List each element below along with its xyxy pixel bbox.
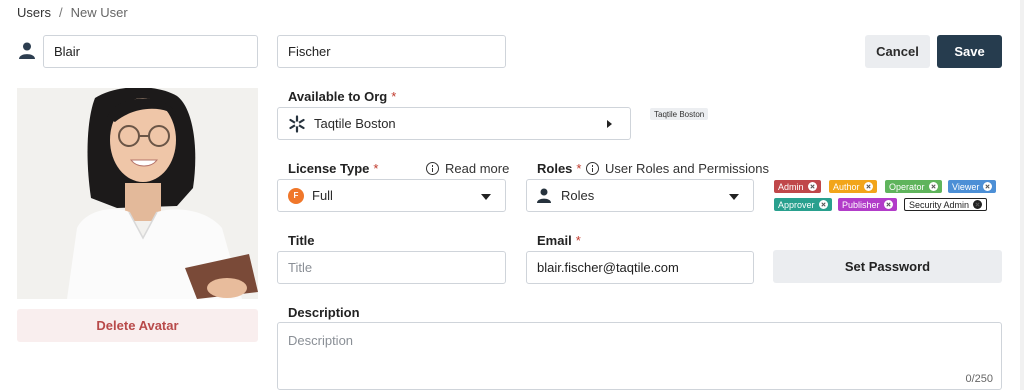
remove-icon[interactable] xyxy=(863,182,873,191)
remove-icon[interactable] xyxy=(983,182,993,191)
license-type-value: Full xyxy=(312,188,333,203)
roles-label: Roles * xyxy=(537,161,582,176)
breadcrumb: Users / New User xyxy=(17,5,128,20)
license-type-select[interactable]: F Full xyxy=(277,179,506,212)
info-icon xyxy=(586,162,599,175)
roles-permissions-link[interactable]: User Roles and Permissions xyxy=(586,161,769,176)
info-icon xyxy=(426,162,439,175)
first-name-input[interactable]: Blair xyxy=(43,35,258,68)
breadcrumb-current: New User xyxy=(70,5,128,20)
remove-icon[interactable] xyxy=(928,182,938,191)
save-button[interactable]: Save xyxy=(937,35,1002,68)
scrollbar-edge[interactable] xyxy=(1020,0,1024,390)
set-password-button[interactable]: Set Password xyxy=(773,250,1002,283)
email-label: Email * xyxy=(537,233,581,248)
role-tag-admin[interactable]: Admin xyxy=(774,180,821,193)
org-label: Available to Org * xyxy=(288,89,397,104)
chevron-down-icon xyxy=(481,194,491,200)
org-select[interactable]: Taqtile Boston xyxy=(277,107,631,140)
remove-icon[interactable] xyxy=(973,200,983,209)
org-select-value: Taqtile Boston xyxy=(314,116,396,131)
role-tag-approver[interactable]: Approver xyxy=(774,198,832,211)
description-placeholder: Description xyxy=(288,333,354,348)
remove-icon[interactable] xyxy=(807,182,817,191)
remove-icon[interactable] xyxy=(883,200,893,209)
role-tag-security-admin[interactable]: Security Admin xyxy=(904,198,988,211)
title-input[interactable]: Title xyxy=(277,251,506,284)
delete-avatar-button[interactable]: Delete Avatar xyxy=(17,309,258,342)
role-tag-viewer[interactable]: Viewer xyxy=(948,180,997,193)
last-name-input[interactable]: Fischer xyxy=(277,35,506,68)
role-tag-operator[interactable]: Operator xyxy=(885,180,942,193)
org-chip: Taqtile Boston xyxy=(650,108,709,120)
role-tag-author[interactable]: Author xyxy=(829,180,877,193)
roles-select[interactable]: Roles xyxy=(526,179,754,212)
chevron-down-icon xyxy=(729,194,739,200)
taqtile-logo-icon xyxy=(289,114,305,133)
roles-select-value: Roles xyxy=(561,188,595,203)
description-label: Description xyxy=(288,305,360,320)
avatar-image xyxy=(17,88,258,299)
cancel-button[interactable]: Cancel xyxy=(865,35,930,68)
description-counter: 0/250 xyxy=(965,373,993,385)
description-textarea[interactable]: Description 0/250 xyxy=(277,322,1002,390)
license-badge: F xyxy=(288,187,304,204)
user-icon xyxy=(19,42,35,59)
remove-icon[interactable] xyxy=(818,200,828,209)
breadcrumb-users-link[interactable]: Users xyxy=(17,5,51,20)
breadcrumb-separator: / xyxy=(58,5,63,20)
chevron-right-icon xyxy=(607,120,612,128)
email-input[interactable]: blair.fischer@taqtile.com xyxy=(526,251,754,284)
role-tag-publisher[interactable]: Publisher xyxy=(838,198,897,211)
title-label: Title xyxy=(288,233,315,248)
user-icon xyxy=(537,188,551,203)
license-read-more-link[interactable]: Read more xyxy=(426,161,509,176)
license-type-label: License Type * xyxy=(288,161,379,176)
